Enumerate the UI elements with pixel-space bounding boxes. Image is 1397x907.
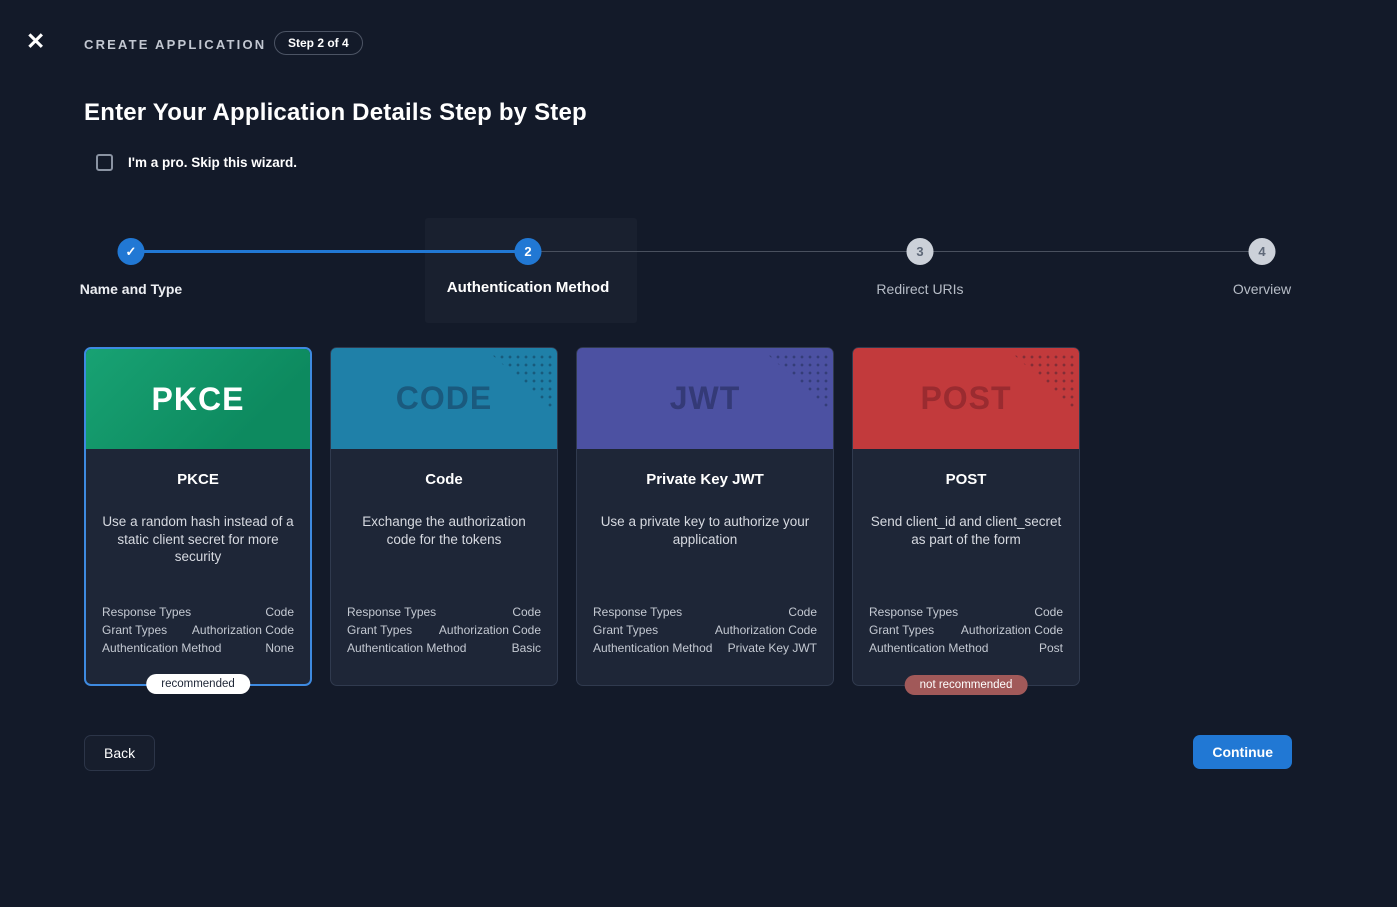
property-row: Response Types Code [102,603,294,621]
property-value: Code [788,603,817,621]
step-2-circle[interactable]: 2 [515,238,542,265]
property-label: Authentication Method [347,639,466,657]
corner-dots-decoration [766,353,828,409]
create-application-wizard: ✕ CREATE APPLICATION Step 2 of 4 Enter Y… [0,0,1397,907]
card-properties: Response Types Code Grant Types Authorizat… [102,603,294,657]
step-3-circle[interactable]: 3 [907,238,934,265]
active-step-highlight [425,218,637,323]
property-label: Response Types [347,603,436,621]
card-description: Use a random hash instead of a static cl… [102,513,294,566]
property-value: None [265,639,294,657]
card-description: Exchange the authorization code for the … [347,513,541,548]
property-value: Code [1034,603,1063,621]
property-label: Grant Types [869,621,934,639]
property-label: Authentication Method [593,639,712,657]
property-row: Authentication Method Post [869,639,1063,657]
skip-wizard-row: I'm a pro. Skip this wizard. [96,154,297,171]
property-row: Response Types Code [869,603,1063,621]
back-button[interactable]: Back [84,735,155,771]
auth-method-card-post[interactable]: POST POST Send client_id and client_secr… [852,347,1080,686]
stepper-connector [920,251,1262,252]
property-value: Basic [512,639,541,657]
code-banner: CODE [331,348,557,449]
property-label: Grant Types [102,621,167,639]
step-2-label: Authentication Method [447,279,609,296]
card-title: POST [869,471,1063,488]
corner-dots-decoration [1012,353,1074,409]
card-properties: Response Types Code Grant Types Authorizat… [593,603,817,657]
property-value: Authorization Code [715,621,817,639]
card-description: Send client_id and client_secret as part… [869,513,1063,548]
card-description: Use a private key to authorize your appl… [593,513,817,548]
card-properties: Response Types Code Grant Types Authorizat… [869,603,1063,657]
property-label: Response Types [593,603,682,621]
jwt-card-body: Private Key JWT Use a private key to aut… [577,449,833,685]
stepper-connector [528,251,920,252]
property-row: Authentication Method None [102,639,294,657]
card-title: Code [347,471,541,488]
auth-method-card-jwt[interactable]: JWT Private Key JWT Use a private key to… [576,347,834,686]
not-recommended-badge: not recommended [905,675,1028,695]
property-value: Authorization Code [439,621,541,639]
step-3-label: Redirect URIs [876,281,963,297]
auth-method-card-list: PKCE PKCE Use a random hash instead of a… [84,347,1080,686]
property-row: Grant Types Authorization Code [347,621,541,639]
auth-method-card-code[interactable]: CODE Code Exchange the authorization cod… [330,347,558,686]
step-1-label: Name and Type [80,281,182,297]
recommended-badge: recommended [146,674,250,694]
skip-wizard-label: I'm a pro. Skip this wizard. [128,155,297,170]
property-label: Grant Types [593,621,658,639]
corner-dots-decoration [490,353,552,409]
property-value: Private Key JWT [728,639,817,657]
code-card-body: Code Exchange the authorization code for… [331,449,557,685]
property-label: Response Types [102,603,191,621]
post-banner: POST [853,348,1079,449]
property-label: Grant Types [347,621,412,639]
property-value: Post [1039,639,1063,657]
step-4-label: Overview [1233,281,1291,297]
property-label: Authentication Method [102,639,221,657]
page-title: CREATE APPLICATION [84,37,266,52]
property-row: Authentication Method Basic [347,639,541,657]
continue-button[interactable]: Continue [1193,735,1292,769]
property-row: Grant Types Authorization Code [593,621,817,639]
jwt-banner: JWT [577,348,833,449]
pkce-banner: PKCE [86,349,310,449]
step-4-circle[interactable]: 4 [1249,238,1276,265]
wizard-heading: Enter Your Application Details Step by S… [84,99,587,127]
property-row: Response Types Code [347,603,541,621]
close-icon[interactable]: ✕ [26,30,45,53]
banner-text: CODE [396,380,492,417]
wizard-stepper: ✓ 2 3 4 Name and Type Authentication Met… [84,218,1308,323]
property-value: Authorization Code [961,621,1063,639]
auth-method-card-pkce[interactable]: PKCE PKCE Use a random hash instead of a… [84,347,312,686]
property-row: Grant Types Authorization Code [869,621,1063,639]
card-title: PKCE [102,471,294,488]
property-label: Response Types [869,603,958,621]
step-count-badge: Step 2 of 4 [274,31,363,55]
property-label: Authentication Method [869,639,988,657]
property-row: Grant Types Authorization Code [102,621,294,639]
property-row: Authentication Method Private Key JWT [593,639,817,657]
property-row: Response Types Code [593,603,817,621]
property-value: Code [512,603,541,621]
post-card-body: POST Send client_id and client_secret as… [853,449,1079,685]
property-value: Authorization Code [192,621,294,639]
skip-wizard-checkbox[interactable] [96,154,113,171]
card-title: Private Key JWT [593,471,817,488]
card-properties: Response Types Code Grant Types Authorizat… [347,603,541,657]
banner-text: JWT [670,380,741,417]
banner-text: POST [920,380,1011,417]
pkce-card-body: PKCE Use a random hash instead of a stat… [86,449,310,685]
stepper-connector-done [131,250,528,253]
step-1-circle-check-icon[interactable]: ✓ [118,238,145,265]
property-value: Code [265,603,294,621]
